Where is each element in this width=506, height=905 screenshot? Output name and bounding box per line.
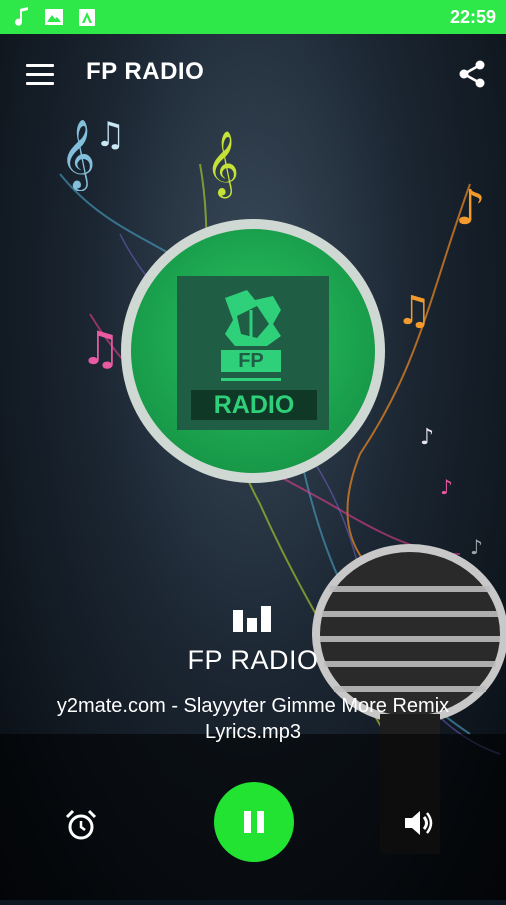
pause-icon [244, 811, 264, 833]
equalizer-icon [233, 606, 271, 632]
logo-radio-text: RADIO [191, 390, 317, 420]
svg-text:𝄞: 𝄞 [206, 131, 239, 198]
svg-text:♫: ♫ [80, 321, 121, 375]
logo-fp-text: FP [221, 350, 281, 372]
track-title: y2mate.com - Slayyyter Gimme More Remix … [56, 695, 450, 743]
music-note-icon [15, 7, 28, 26]
play-pause-button[interactable] [214, 782, 294, 862]
alarm-icon[interactable] [64, 808, 98, 842]
svg-text:♪: ♪ [470, 535, 483, 559]
share-icon[interactable] [456, 58, 488, 90]
svg-text:𝄞: 𝄞 [60, 119, 95, 191]
svg-text:♪: ♪ [440, 475, 453, 499]
app-title: FP RADIO [86, 58, 205, 85]
svg-text:♪: ♪ [455, 180, 486, 236]
android-icon [79, 9, 95, 26]
menu-icon[interactable] [26, 64, 54, 86]
svg-text:♫: ♫ [95, 115, 125, 155]
app-bar: FP RADIO [0, 34, 506, 114]
station-name: FP RADIO [187, 645, 319, 675]
volume-icon[interactable] [402, 806, 436, 840]
image-icon [45, 9, 63, 25]
status-time: 22:59 [449, 6, 496, 27]
svg-text:♫: ♫ [396, 288, 432, 334]
svg-text:♪: ♪ [420, 425, 434, 450]
status-icons [14, 7, 96, 27]
player-controls [0, 780, 506, 880]
status-bar: 22:59 [0, 0, 506, 34]
